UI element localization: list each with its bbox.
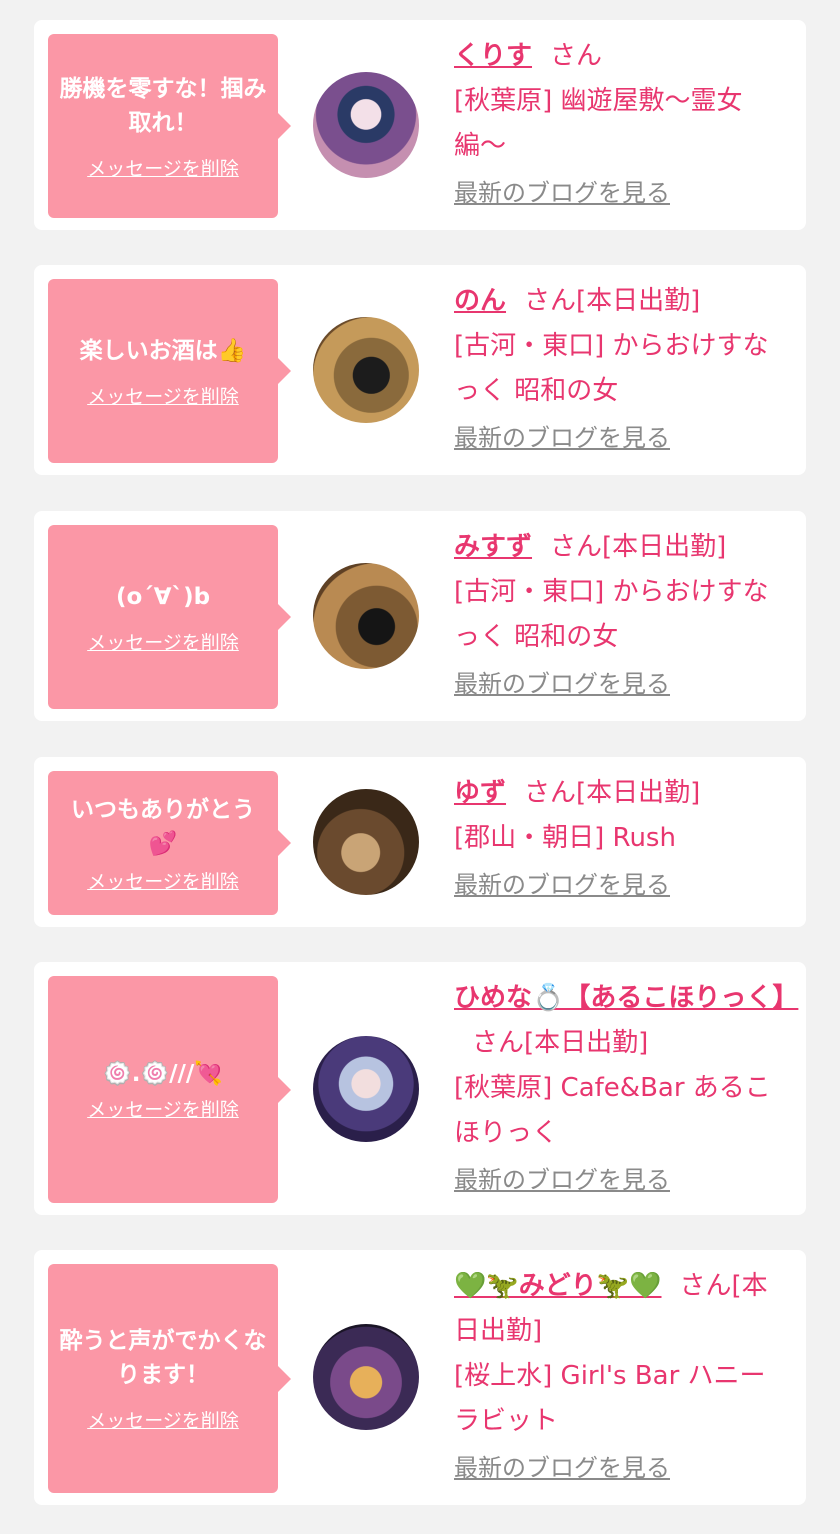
latest-blog-link[interactable]: 最新のブログを見る	[454, 1448, 670, 1483]
cast-status: さん[本日出勤]	[524, 778, 701, 808]
shop-name: [秋葉原] Cafe&Bar あるこほりっく	[454, 1073, 771, 1148]
cast-info: くりす さん [秋葉原] 幽遊屋敷〜霊女編〜 最新のブログを見る	[454, 34, 790, 208]
latest-blog-link[interactable]: 最新のブログを見る	[454, 1160, 670, 1195]
shop-name: [郡山・朝日] Rush	[454, 823, 676, 853]
message-bubble: (o´∀`)b メッセージを削除	[48, 525, 291, 709]
message-text: (o´∀`)b	[115, 583, 211, 610]
list-item: (o´∀`)b メッセージを削除 みすず さん[本日出勤] [古河・東口] からお…	[34, 511, 806, 721]
shop-name: [古河・東口] からおけすなっく 昭和の女	[454, 577, 769, 652]
cast-status: さん[本日出勤]	[472, 1028, 649, 1058]
shop-name: [秋葉原] 幽遊屋敷〜霊女編〜	[454, 86, 743, 161]
delete-message-link[interactable]: メッセージを削除	[87, 382, 239, 409]
latest-blog-link[interactable]: 最新のブログを見る	[454, 173, 670, 208]
delete-message-link[interactable]: メッセージを削除	[87, 628, 239, 655]
message-bubble: いつもありがとう💕 メッセージを削除	[48, 771, 291, 915]
latest-blog-link[interactable]: 最新のブログを見る	[454, 865, 670, 900]
delete-message-link[interactable]: メッセージを削除	[87, 154, 239, 181]
list-item: 酔うと声がでかくなります！ メッセージを削除 💚🦖みどり🦖💚 さん[本日出勤] […	[34, 1250, 806, 1505]
shop-name: [古河・東口] からおけすなっく 昭和の女	[454, 331, 769, 406]
message-text: 楽しいお酒は👍	[79, 337, 247, 364]
cast-name-link[interactable]: みすず	[454, 532, 532, 562]
cast-info: 💚🦖みどり🦖💚 さん[本日出勤] [桜上水] Girl's Bar ハニーラビット…	[454, 1264, 790, 1483]
cast-name-link[interactable]: のん	[454, 286, 506, 316]
cast-info: ゆず さん[本日出勤] [郡山・朝日] Rush 最新のブログを見る	[454, 771, 790, 900]
avatar[interactable]	[313, 72, 419, 178]
avatar[interactable]	[313, 563, 419, 669]
message-text: 酔うと声がでかくなります！	[59, 1328, 267, 1388]
delete-message-link[interactable]: メッセージを削除	[87, 1406, 239, 1433]
avatar[interactable]	[313, 317, 419, 423]
avatar[interactable]	[313, 1324, 419, 1430]
cast-name-link[interactable]: ひめな💍【あるこほりっく】	[454, 983, 798, 1013]
cast-info: のん さん[本日出勤] [古河・東口] からおけすなっく 昭和の女 最新のブログを…	[454, 279, 790, 453]
list-item: 楽しいお酒は👍 メッセージを削除 のん さん[本日出勤] [古河・東口] からおけ…	[34, 265, 806, 475]
cast-info: みすず さん[本日出勤] [古河・東口] からおけすなっく 昭和の女 最新のブログ…	[454, 525, 790, 699]
latest-blog-link[interactable]: 最新のブログを見る	[454, 664, 670, 699]
avatar[interactable]	[313, 1036, 419, 1142]
message-list: 勝機を零すな！掴み取れ！ メッセージを削除 くりす さん [秋葉原] 幽遊屋敷〜霊…	[0, 0, 840, 1534]
list-item: 勝機を零すな！掴み取れ！ メッセージを削除 くりす さん [秋葉原] 幽遊屋敷〜霊…	[34, 20, 806, 230]
message-text: いつもありがとう💕	[71, 796, 255, 857]
delete-message-link[interactable]: メッセージを削除	[87, 1095, 239, 1122]
message-bubble: 🍥.🍥///💘 メッセージを削除	[48, 976, 291, 1203]
cast-status: さん	[550, 41, 603, 71]
list-item: 🍥.🍥///💘 メッセージを削除 ひめな💍【あるこほりっく】さん[本日出勤] […	[34, 962, 806, 1215]
message-bubble: 勝機を零すな！掴み取れ！ メッセージを削除	[48, 34, 291, 218]
cast-name-link[interactable]: くりす	[454, 41, 532, 71]
shop-name: [桜上水] Girl's Bar ハニーラビット	[454, 1361, 766, 1436]
latest-blog-link[interactable]: 最新のブログを見る	[454, 418, 670, 453]
message-text: 勝機を零すな！掴み取れ！	[59, 75, 267, 136]
message-bubble: 酔うと声がでかくなります！ メッセージを削除	[48, 1264, 291, 1493]
message-text: 🍥.🍥///💘	[103, 1061, 223, 1087]
cast-name-link[interactable]: ゆず	[454, 778, 506, 808]
cast-status: さん[本日出勤]	[550, 532, 727, 562]
avatar[interactable]	[313, 789, 419, 895]
cast-status: さん[本日出勤]	[524, 286, 701, 316]
cast-info: ひめな💍【あるこほりっく】さん[本日出勤] [秋葉原] Cafe&Bar あるこ…	[454, 976, 798, 1195]
list-item: いつもありがとう💕 メッセージを削除 ゆず さん[本日出勤] [郡山・朝日] Ru…	[34, 757, 806, 927]
delete-message-link[interactable]: メッセージを削除	[87, 867, 239, 894]
cast-name-link[interactable]: 💚🦖みどり🦖💚	[454, 1271, 662, 1301]
message-bubble: 楽しいお酒は👍 メッセージを削除	[48, 279, 291, 463]
